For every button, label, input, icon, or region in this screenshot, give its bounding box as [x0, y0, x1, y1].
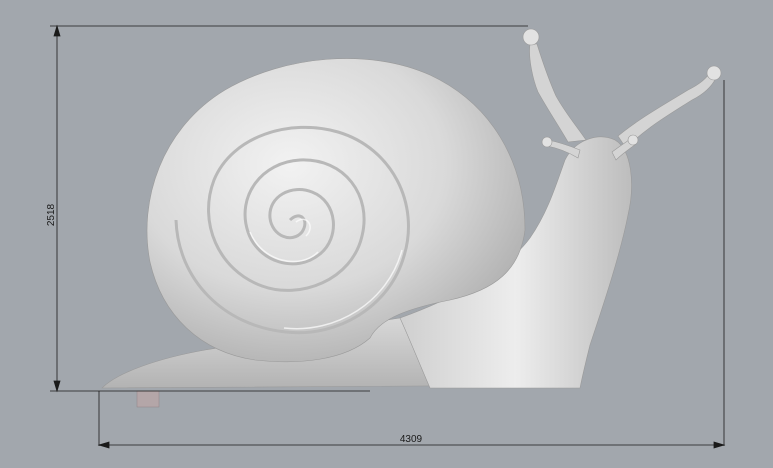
width-dimension-label: 4309 [400, 434, 423, 445]
snail-model[interactable] [101, 20, 722, 400]
height-dimension-label: 2518 [46, 203, 57, 226]
right-short-tentacle-tip [627, 134, 639, 146]
origin-gizmo[interactable] [136, 390, 160, 408]
left-tentacle [529, 43, 587, 143]
left-short-tentacle-tip [541, 136, 553, 148]
modeling-viewport[interactable]: 2518 4309 [0, 0, 773, 468]
left-tentacle-tip [522, 28, 540, 46]
right-tentacle-tip [706, 65, 722, 81]
viewport-canvas[interactable]: 2518 4309 [0, 0, 773, 468]
